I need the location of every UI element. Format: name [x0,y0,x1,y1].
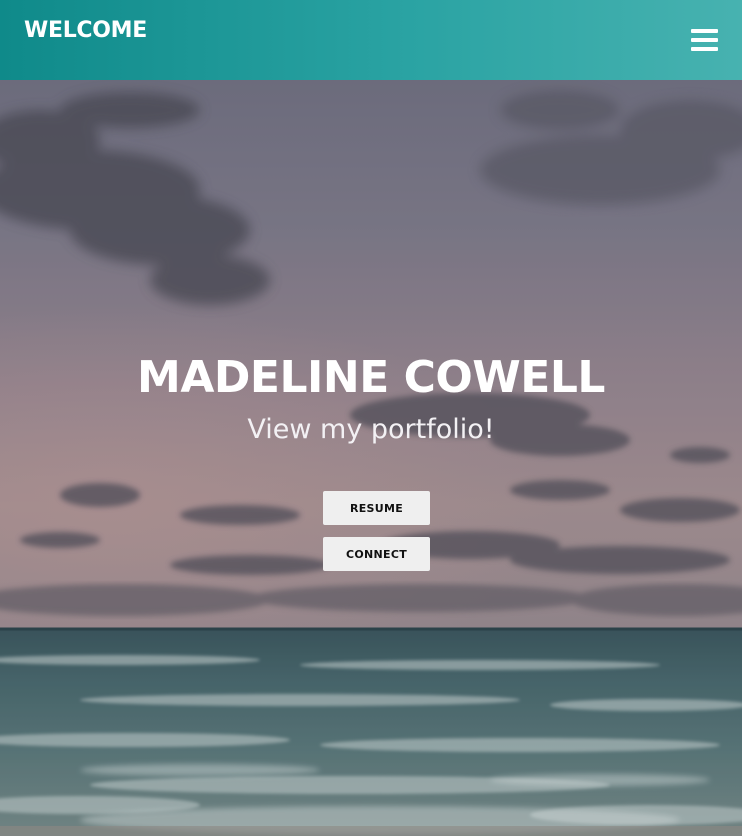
hero-subtitle: View my portfolio! [247,414,495,445]
menu-bar-bottom [691,47,718,51]
menu-bar-middle [691,38,718,42]
resume-button[interactable]: RESUME [323,491,430,525]
hamburger-menu-icon[interactable] [688,26,722,56]
hero-content: MADELINE COWELL View my portfolio! [0,350,742,448]
hero-name-heading: MADELINE COWELL [137,352,605,403]
hero-button-group: RESUME CONNECT [323,491,430,583]
page: WELCOME MADELINE COWELL View my portfoli… [0,0,742,836]
brand-welcome-link[interactable]: WELCOME [24,17,147,45]
menu-bar-top [691,29,718,33]
top-navbar: WELCOME [0,0,742,80]
connect-button[interactable]: CONNECT [323,537,430,571]
